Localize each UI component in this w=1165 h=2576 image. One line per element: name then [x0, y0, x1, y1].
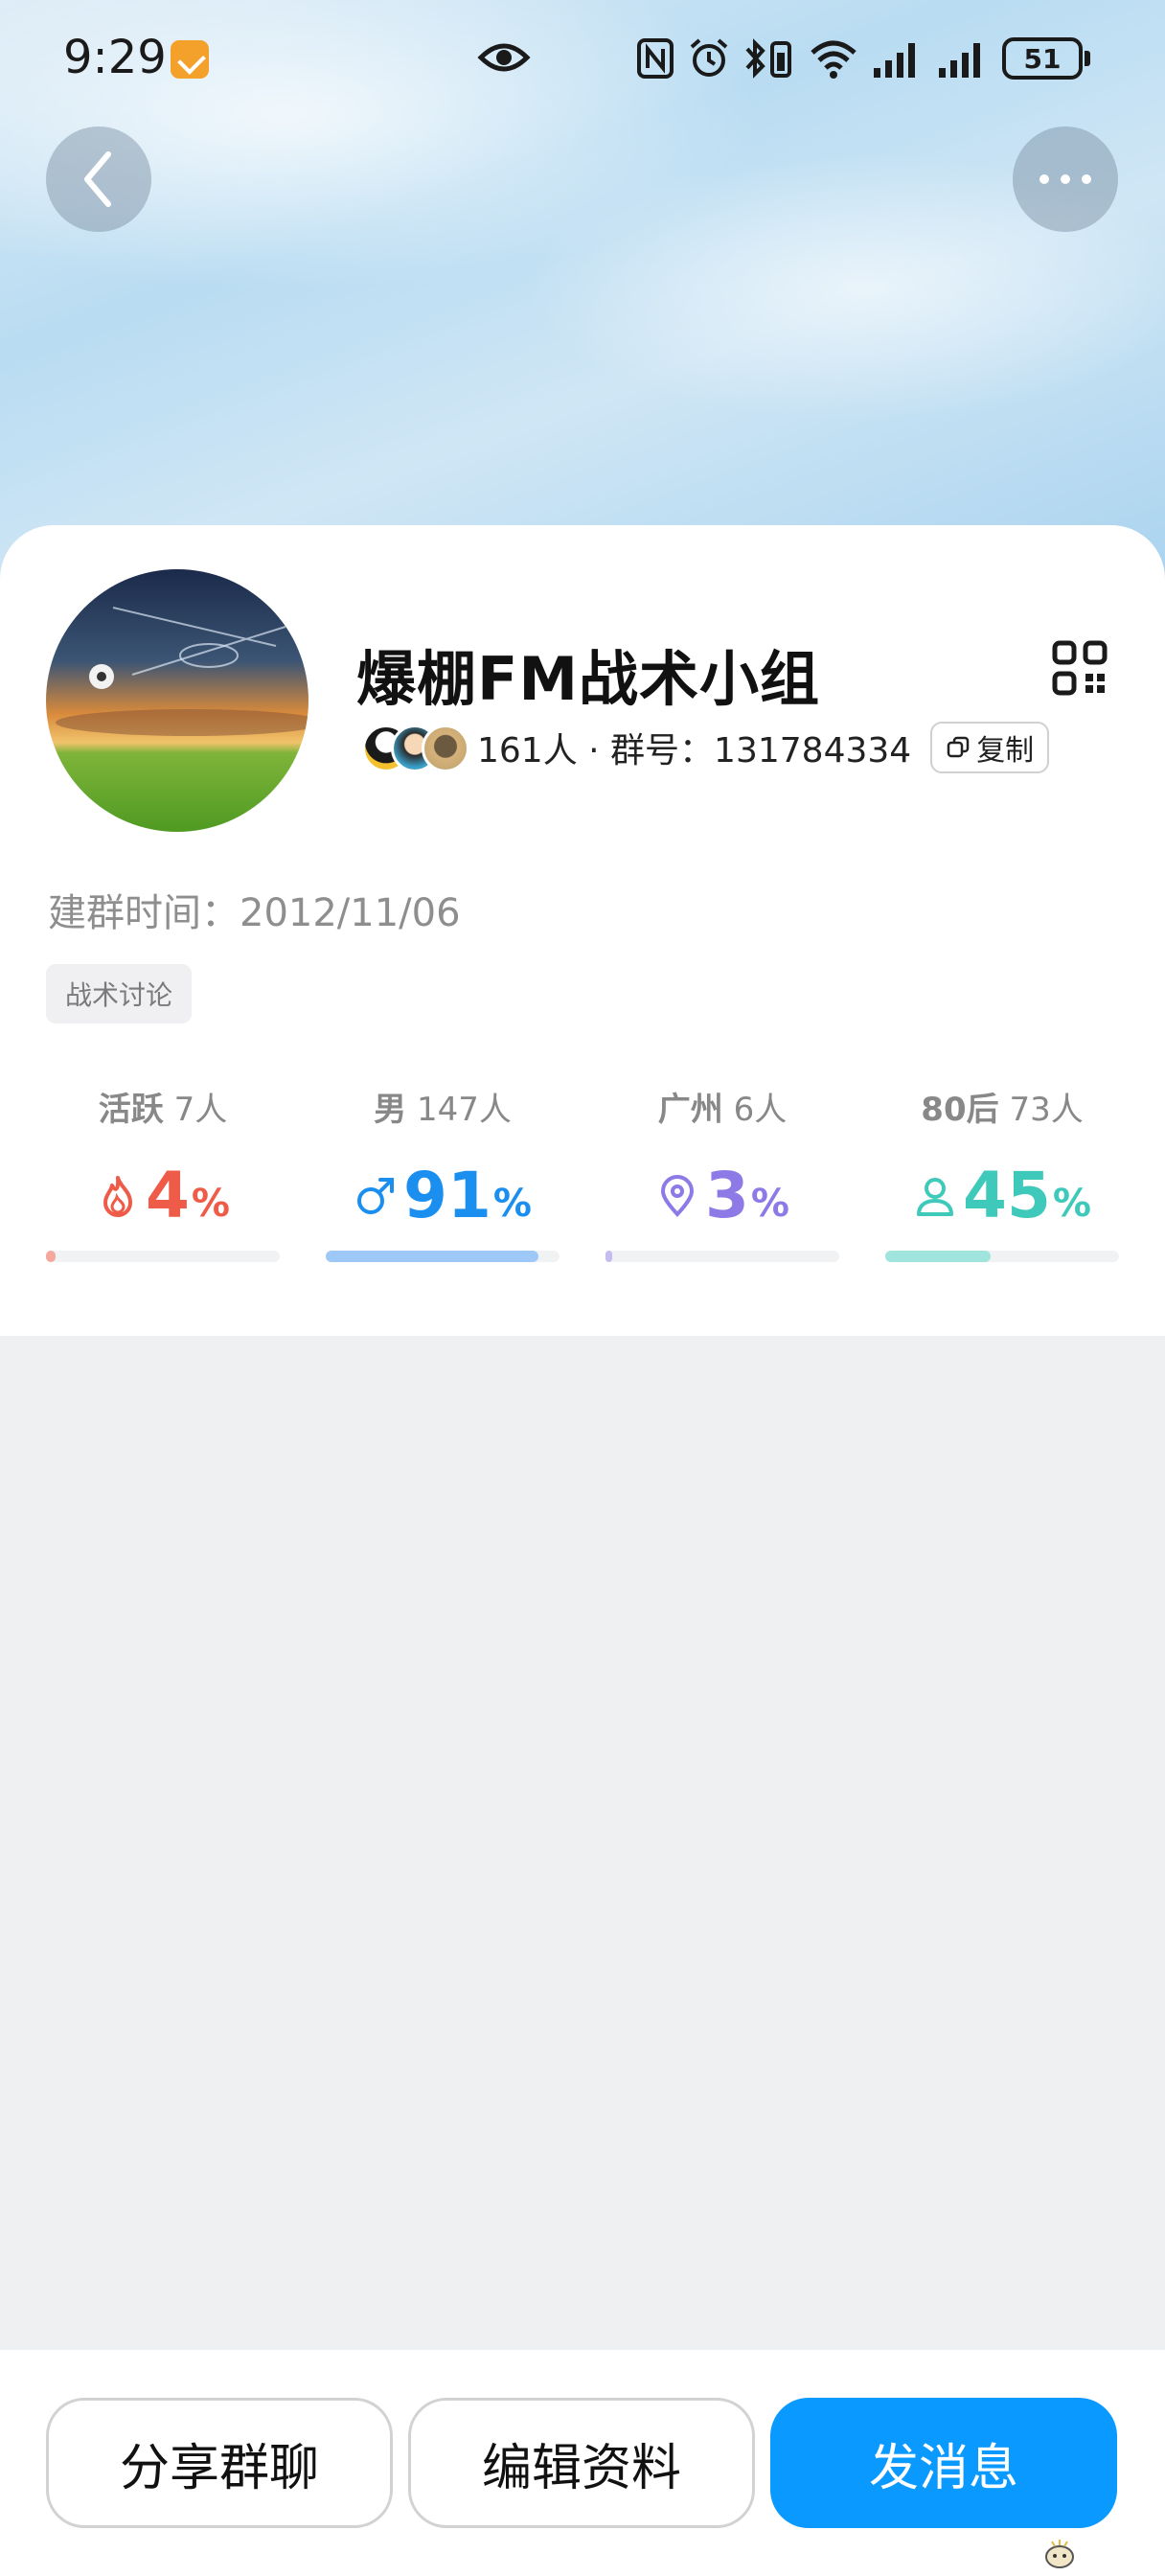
copy-group-id-button[interactable]: 复制 [930, 722, 1050, 773]
member-avatar [422, 724, 469, 772]
stat-label: 活跃 7人 [46, 1083, 280, 1130]
mascot-icon [1045, 2540, 1074, 2568]
stat-block[interactable]: 男 147人 91% [326, 1083, 560, 1262]
group-avatar[interactable] [46, 569, 308, 832]
stat-block[interactable]: 广州 6人 3% [605, 1083, 839, 1262]
stat-value: 91% [326, 1153, 560, 1230]
more-button[interactable] [1013, 126, 1118, 232]
signal-icon [874, 43, 915, 78]
stat-count: 7人 [173, 1091, 228, 1129]
stat-progress-bar [605, 1251, 839, 1262]
stat-progress-bar [46, 1251, 280, 1262]
bluetooth-icon [745, 38, 791, 79]
founded-date: 建群时间：2012/11/06 [48, 891, 461, 935]
stat-percent-unit: % [1052, 1182, 1091, 1226]
stat-percent: 91 [403, 1159, 491, 1232]
stat-percent: 45 [963, 1159, 1051, 1232]
stat-count: 73人 [1009, 1091, 1084, 1129]
stat-category: 80后 [921, 1091, 999, 1129]
group-tag[interactable]: 战术讨论 [46, 964, 193, 1024]
stat-progress-bar [326, 1251, 560, 1262]
stat-percent-unit: % [750, 1182, 789, 1226]
stat-progress-fill [326, 1251, 539, 1262]
stat-label: 80后 73人 [885, 1083, 1119, 1130]
male-icon [357, 1178, 395, 1214]
stat-percent: 3 [704, 1159, 749, 1232]
eye-icon [477, 43, 531, 72]
stat-progress-fill [885, 1251, 991, 1262]
stat-category: 男 [374, 1091, 407, 1129]
stat-block[interactable]: 活跃 7人 4% [46, 1083, 280, 1262]
chevron-left-icon [84, 151, 111, 207]
flame-icon [103, 1176, 132, 1217]
status-icons: 51 [636, 33, 1090, 84]
stat-progress-bar [885, 1251, 1119, 1262]
status-time: 9:29 [63, 31, 167, 84]
nfc-icon [637, 38, 674, 79]
stat-label: 广州 6人 [605, 1083, 839, 1130]
stat-value: 3% [605, 1153, 839, 1230]
more-dots-icon [1039, 174, 1091, 184]
signal-icon [939, 43, 980, 78]
stat-count: 6人 [733, 1091, 788, 1129]
person-icon [917, 1178, 954, 1216]
battery-level: 51 [1023, 42, 1062, 75]
location-pin-icon [660, 1175, 694, 1217]
stat-progress-fill [605, 1251, 613, 1262]
stat-count: 147人 [416, 1091, 512, 1129]
stat-percent-unit: % [492, 1182, 532, 1226]
stat-category: 活跃 [98, 1091, 164, 1129]
stat-value: 45% [885, 1153, 1119, 1230]
edit-profile-button[interactable]: 编辑资料 [408, 2398, 755, 2528]
stat-percent-unit: % [191, 1182, 230, 1226]
member-avatars[interactable] [362, 721, 473, 774]
qr-code-icon[interactable] [1052, 640, 1108, 696]
stat-block[interactable]: 80后 73人 45% [885, 1083, 1119, 1262]
stat-value: 4% [46, 1153, 280, 1230]
battery-icon: 51 [1002, 37, 1090, 80]
group-profile-page: 9:29 51 爆棚FM战术小组 161人 · 群号：131784334 复制 … [0, 0, 1165, 2576]
stat-percent: 4 [145, 1159, 190, 1232]
status-bar: 9:29 51 [0, 0, 1165, 115]
copy-icon [947, 736, 970, 758]
member-info-row: 161人 · 群号：131784334 复制 [362, 717, 1050, 778]
stat-label: 男 147人 [326, 1083, 560, 1130]
wifi-icon [811, 40, 857, 79]
copy-label: 复制 [976, 734, 1035, 768]
share-group-button[interactable]: 分享群聊 [46, 2398, 393, 2528]
back-button[interactable] [46, 126, 151, 232]
member-count-and-group-id: 161人 · 群号：131784334 [477, 731, 912, 770]
send-message-button[interactable]: 发消息 [770, 2398, 1117, 2528]
stat-category: 广州 [657, 1091, 723, 1129]
alarm-icon [690, 38, 728, 77]
app-notification-icon [171, 40, 209, 79]
stat-progress-fill [46, 1251, 56, 1262]
group-name: 爆棚FM战术小组 [356, 644, 821, 714]
